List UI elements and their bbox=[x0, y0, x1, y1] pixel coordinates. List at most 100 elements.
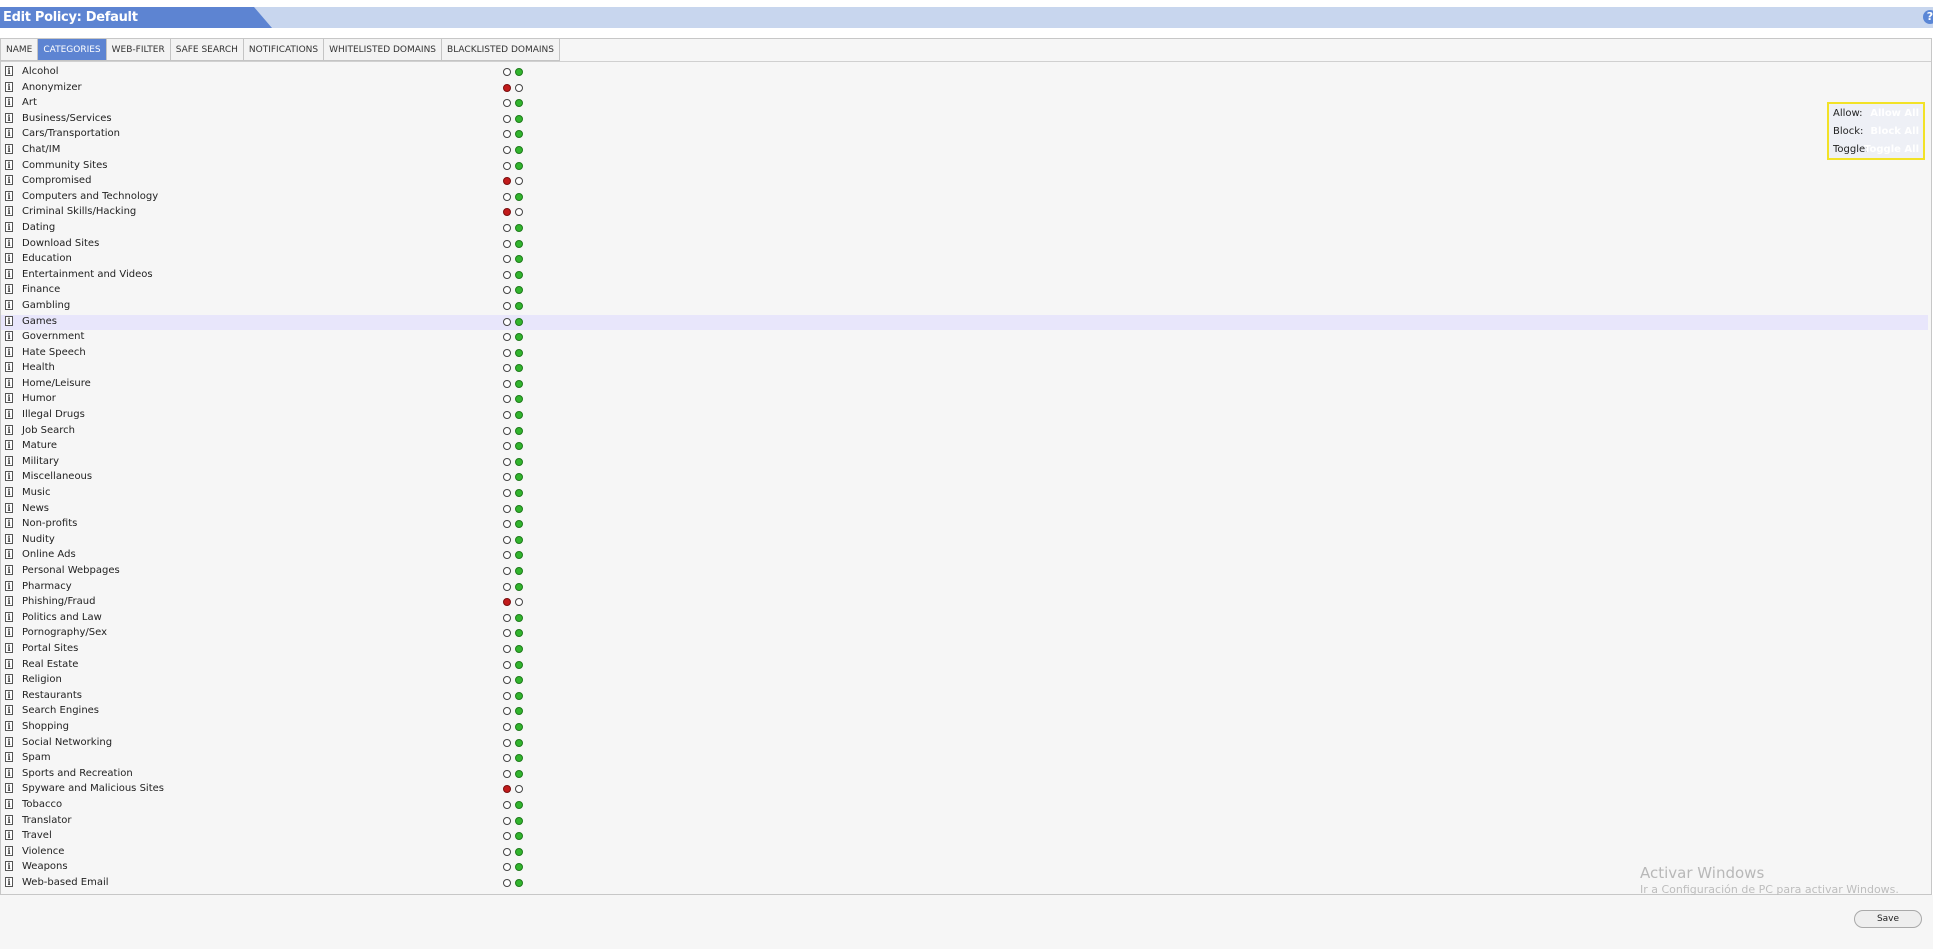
info-icon[interactable]: i bbox=[5, 720, 13, 731]
allow-radio[interactable] bbox=[515, 68, 523, 76]
block-radio[interactable] bbox=[503, 286, 511, 295]
block-radio[interactable] bbox=[503, 145, 511, 154]
allow-radio[interactable] bbox=[515, 161, 523, 170]
save-button[interactable]: Save bbox=[1854, 910, 1922, 928]
block-radio[interactable] bbox=[503, 411, 511, 420]
info-icon[interactable]: i bbox=[5, 502, 13, 513]
block-radio[interactable] bbox=[503, 800, 511, 809]
block-radio[interactable] bbox=[503, 457, 511, 466]
info-icon[interactable]: i bbox=[5, 128, 13, 139]
block-radio[interactable] bbox=[503, 177, 511, 186]
tab-name[interactable]: NAME bbox=[1, 39, 39, 61]
allow-radio[interactable] bbox=[515, 489, 523, 498]
toggle-all-button[interactable]: Toggle All bbox=[1864, 144, 1919, 155]
info-icon[interactable]: i bbox=[5, 845, 13, 856]
allow-radio[interactable] bbox=[515, 691, 523, 700]
allow-radio[interactable] bbox=[515, 582, 523, 591]
info-icon[interactable]: i bbox=[5, 830, 13, 841]
allow-radio[interactable] bbox=[515, 800, 523, 809]
info-icon[interactable]: i bbox=[5, 299, 13, 310]
info-icon[interactable]: i bbox=[5, 471, 13, 482]
allow-radio[interactable] bbox=[515, 177, 523, 186]
allow-radio[interactable] bbox=[515, 99, 523, 108]
info-icon[interactable]: i bbox=[5, 190, 13, 201]
info-icon[interactable]: i bbox=[5, 331, 13, 342]
allow-radio[interactable] bbox=[515, 847, 523, 856]
block-radio[interactable] bbox=[503, 426, 511, 435]
allow-radio[interactable] bbox=[515, 255, 523, 264]
block-radio[interactable] bbox=[503, 239, 511, 248]
block-radio[interactable] bbox=[503, 520, 511, 529]
info-icon[interactable]: i bbox=[5, 97, 13, 108]
info-icon[interactable]: i bbox=[5, 112, 13, 123]
allow-radio[interactable] bbox=[515, 473, 523, 482]
info-icon[interactable]: i bbox=[5, 206, 13, 217]
info-icon[interactable]: i bbox=[5, 642, 13, 653]
info-icon[interactable]: i bbox=[5, 627, 13, 638]
info-icon[interactable]: i bbox=[5, 533, 13, 544]
info-icon[interactable]: i bbox=[5, 861, 13, 872]
block-radio[interactable] bbox=[503, 68, 511, 76]
block-radio[interactable] bbox=[503, 192, 511, 201]
block-radio[interactable] bbox=[503, 754, 511, 763]
block-radio[interactable] bbox=[503, 208, 511, 217]
allow-radio[interactable] bbox=[515, 130, 523, 139]
info-icon[interactable]: i bbox=[5, 611, 13, 622]
tab-categories[interactable]: CATEGORIES bbox=[38, 39, 107, 61]
block-radio[interactable] bbox=[503, 832, 511, 841]
info-icon[interactable]: i bbox=[5, 66, 13, 76]
tab-whitelisted-domains[interactable]: WHITELISTED DOMAINS bbox=[324, 39, 443, 61]
block-radio[interactable] bbox=[503, 722, 511, 731]
block-radio[interactable] bbox=[503, 504, 511, 513]
info-icon[interactable]: i bbox=[5, 284, 13, 295]
allow-radio[interactable] bbox=[515, 722, 523, 731]
allow-radio[interactable] bbox=[515, 567, 523, 575]
block-radio[interactable] bbox=[503, 785, 511, 794]
allow-radio[interactable] bbox=[515, 863, 523, 872]
block-radio[interactable] bbox=[503, 270, 511, 279]
block-radio[interactable] bbox=[503, 629, 511, 638]
block-radio[interactable] bbox=[503, 551, 511, 560]
info-icon[interactable]: i bbox=[5, 674, 13, 685]
allow-radio[interactable] bbox=[515, 551, 523, 560]
info-icon[interactable]: i bbox=[5, 362, 13, 373]
allow-radio[interactable] bbox=[515, 270, 523, 279]
allow-radio[interactable] bbox=[515, 785, 523, 794]
block-radio[interactable] bbox=[503, 489, 511, 498]
allow-radio[interactable] bbox=[515, 364, 523, 373]
block-radio[interactable] bbox=[503, 644, 511, 653]
info-icon[interactable]: i bbox=[5, 549, 13, 560]
allow-radio[interactable] bbox=[515, 223, 523, 232]
block-radio[interactable] bbox=[503, 582, 511, 591]
allow-radio[interactable] bbox=[515, 114, 523, 123]
info-icon[interactable]: i bbox=[5, 658, 13, 669]
block-radio[interactable] bbox=[503, 613, 511, 622]
block-radio[interactable] bbox=[503, 130, 511, 139]
info-icon[interactable]: i bbox=[5, 237, 13, 248]
allow-radio[interactable] bbox=[515, 333, 523, 342]
info-icon[interactable]: i bbox=[5, 580, 13, 591]
block-radio[interactable] bbox=[503, 535, 511, 544]
block-radio[interactable] bbox=[503, 442, 511, 451]
info-icon[interactable]: i bbox=[5, 268, 13, 279]
block-radio[interactable] bbox=[503, 598, 511, 607]
info-icon[interactable]: i bbox=[5, 876, 13, 887]
info-icon[interactable]: i bbox=[5, 518, 13, 529]
block-radio[interactable] bbox=[503, 863, 511, 872]
info-icon[interactable]: i bbox=[5, 346, 13, 357]
allow-radio[interactable] bbox=[515, 738, 523, 747]
allow-radio[interactable] bbox=[515, 411, 523, 420]
info-icon[interactable]: i bbox=[5, 377, 13, 388]
allow-radio[interactable] bbox=[515, 676, 523, 685]
allow-radio[interactable] bbox=[515, 317, 523, 326]
allow-radio[interactable] bbox=[515, 379, 523, 388]
help-icon[interactable]: ? bbox=[1923, 10, 1933, 24]
info-icon[interactable]: i bbox=[5, 315, 13, 326]
info-icon[interactable]: i bbox=[5, 487, 13, 498]
allow-radio[interactable] bbox=[515, 520, 523, 529]
allow-radio[interactable] bbox=[515, 286, 523, 295]
allow-radio[interactable] bbox=[515, 442, 523, 451]
info-icon[interactable]: i bbox=[5, 767, 13, 778]
block-radio[interactable] bbox=[503, 99, 511, 108]
allow-radio[interactable] bbox=[515, 535, 523, 544]
